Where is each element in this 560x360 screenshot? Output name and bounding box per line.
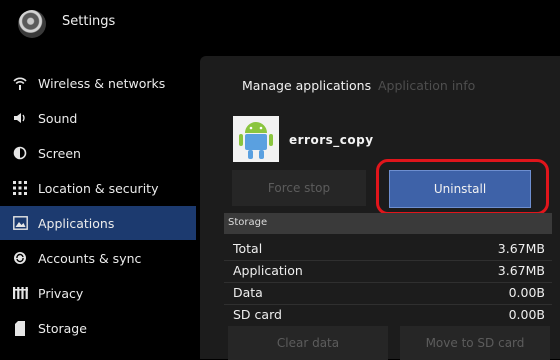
brightness-icon — [12, 145, 28, 161]
storage-row-label: Total — [233, 241, 263, 256]
storage-row-value: 0.00B — [508, 307, 545, 322]
move-to-sd-card-button[interactable]: Move to SD card — [400, 326, 550, 360]
sidebar-item-label: Accounts & sync — [38, 250, 142, 266]
application-info-panel: Manage applications Application info err… — [200, 56, 560, 360]
sidebar-item-label: Privacy — [38, 285, 84, 301]
sidebar-item-label: Screen — [38, 145, 81, 161]
speaker-icon — [12, 110, 28, 126]
storage-row-total: Total 3.67MB — [233, 238, 545, 260]
sidebar-item-accounts-sync[interactable]: Accounts & sync — [0, 241, 196, 275]
storage-row-value: 3.67MB — [497, 241, 545, 256]
sidebar-item-sound[interactable]: Sound — [0, 101, 196, 135]
sidebar-item-wireless[interactable]: Wireless & networks — [0, 66, 196, 100]
storage-row-label: Application — [233, 263, 303, 278]
storage-row-value: 0.00B — [508, 285, 545, 300]
storage-icon — [12, 320, 28, 336]
sidebar-item-label: Sound — [38, 110, 78, 126]
sidebar-item-label: Location & security — [38, 180, 159, 196]
storage-section-header: Storage — [224, 213, 552, 234]
sidebar-item-label: Wireless & networks — [38, 75, 166, 91]
applications-icon — [12, 215, 28, 231]
breadcrumb-manage-applications[interactable]: Manage applications — [242, 78, 371, 93]
sidebar-item-label: Storage — [38, 320, 87, 336]
uninstall-highlight-annotation — [376, 159, 549, 215]
app-title: Settings — [62, 14, 116, 29]
privacy-icon — [12, 285, 28, 301]
sidebar: Wireless & networks Sound Screen Locatio… — [0, 64, 198, 359]
sidebar-item-applications[interactable]: Applications — [0, 206, 196, 240]
breadcrumb-application-info: Application info — [378, 78, 476, 93]
sync-icon — [12, 250, 28, 266]
sidebar-item-location-security[interactable]: Location & security — [0, 171, 196, 205]
storage-row-value: 3.67MB — [497, 263, 545, 278]
sidebar-item-storage[interactable]: Storage — [0, 311, 196, 345]
sidebar-item-privacy[interactable]: Privacy — [0, 276, 196, 310]
clear-data-button[interactable]: Clear data — [228, 326, 388, 360]
storage-row-label: Data — [233, 285, 263, 300]
storage-row-sd-card: SD card 0.00B — [233, 304, 545, 326]
title-bar: Settings — [0, 0, 560, 52]
storage-row-application: Application 3.67MB — [233, 260, 545, 282]
storage-row-label: SD card — [233, 307, 282, 322]
location-grid-icon — [12, 180, 28, 196]
settings-gear-icon — [18, 10, 46, 38]
wifi-icon — [12, 75, 28, 91]
storage-section-label: Storage — [228, 217, 268, 228]
sidebar-item-screen[interactable]: Screen — [0, 136, 196, 170]
android-robot-icon — [233, 116, 279, 162]
force-stop-button[interactable]: Force stop — [232, 170, 366, 206]
sidebar-item-label: Applications — [38, 215, 115, 231]
app-name: errors_copy — [289, 133, 374, 147]
storage-row-data: Data 0.00B — [233, 282, 545, 304]
